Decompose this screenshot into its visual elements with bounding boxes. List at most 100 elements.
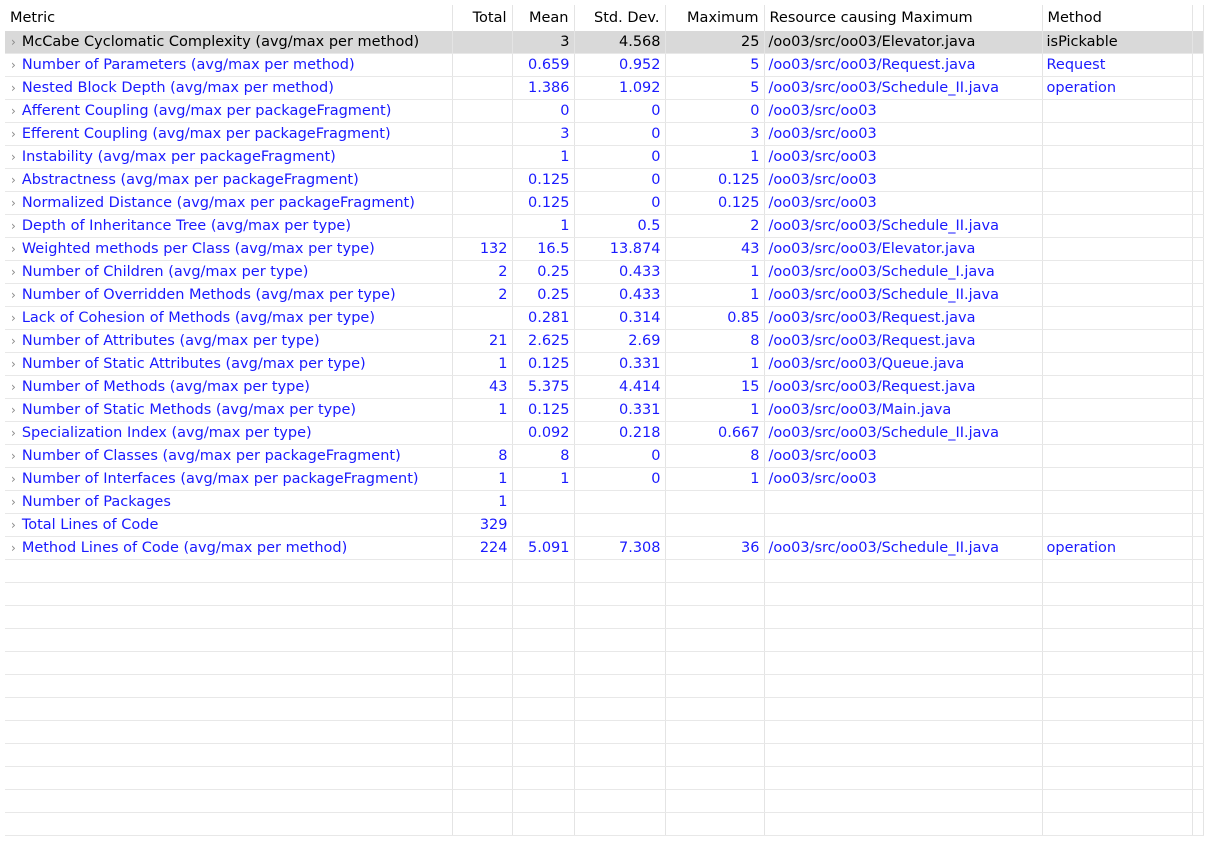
chevron-right-icon[interactable]: › (11, 518, 16, 532)
chevron-right-icon[interactable]: › (11, 288, 16, 302)
table-row[interactable]: › Number of Parameters (avg/max per metho… (5, 53, 1204, 77)
cell-method (1042, 329, 1193, 353)
cell-maximum: 36 (665, 536, 765, 560)
table-row[interactable]: › Normalized Distance (avg/max per packag… (5, 191, 1204, 215)
cell-empty (1192, 214, 1204, 238)
table-row[interactable]: › Nested Block Depth (avg/max per method)… (5, 76, 1204, 100)
table-row[interactable]: › McCabe Cyclomatic Complexity (avg/max p… (5, 31, 1204, 54)
empty-cell (5, 743, 453, 767)
cell-resource: /oo03/src/oo03/Request.java (764, 306, 1043, 330)
table-row[interactable]: › Number of Methods (avg/max per type) 43 5… (5, 375, 1204, 399)
cell-metric: › Number of Children (avg/max per type) (5, 260, 453, 284)
cell-method (1042, 191, 1193, 215)
cell-mean: 3 (512, 122, 575, 146)
empty-cell (452, 766, 513, 790)
table-row[interactable]: › Number of Overridden Methods (avg/max p… (5, 283, 1204, 307)
column-header-std-dev[interactable]: Std. Dev. (574, 5, 666, 31)
chevron-right-icon[interactable]: › (11, 265, 16, 279)
table-row[interactable]: › Number of Attributes (avg/max per type)… (5, 329, 1204, 353)
chevron-right-icon[interactable]: › (11, 426, 16, 440)
chevron-right-icon[interactable]: › (11, 173, 16, 187)
table-row[interactable]: › Number of Static Methods (avg/max per t… (5, 398, 1204, 422)
cell-total: 8 (452, 444, 513, 468)
empty-cell (764, 582, 1043, 606)
table-row[interactable]: › Instability (avg/max per packageFragmen… (5, 145, 1204, 169)
column-header-metric[interactable]: Metric (5, 5, 453, 31)
cell-mean: 0.281 (512, 306, 575, 330)
empty-cell (1192, 674, 1204, 698)
column-header-total[interactable]: Total (452, 5, 513, 31)
chevron-right-icon[interactable]: › (11, 196, 16, 210)
cell-method (1042, 122, 1193, 146)
cell-std-dev: 0.5 (574, 214, 666, 238)
cell-method (1042, 352, 1193, 376)
cell-total (452, 214, 513, 238)
chevron-right-icon[interactable]: › (11, 104, 16, 118)
chevron-right-icon[interactable]: › (11, 127, 16, 141)
cell-mean: 0.125 (512, 168, 575, 192)
empty-cell (665, 559, 765, 583)
chevron-right-icon[interactable]: › (11, 81, 16, 95)
table-row[interactable]: › Method Lines of Code (avg/max per metho… (5, 536, 1204, 560)
table-row[interactable]: › Weighted methods per Class (avg/max per… (5, 237, 1204, 261)
chevron-right-icon[interactable]: › (11, 357, 16, 371)
metric-label: Number of Packages (21, 494, 171, 510)
empty-cell (665, 789, 765, 813)
cell-method (1042, 99, 1193, 123)
chevron-right-icon[interactable]: › (11, 541, 16, 555)
table-row[interactable]: › Total Lines of Code 329 (5, 513, 1204, 537)
table-row[interactable]: › Specialization Index (avg/max per type)… (5, 421, 1204, 445)
chevron-right-icon[interactable]: › (11, 334, 16, 348)
empty-cell (574, 789, 666, 813)
empty-cell (1042, 766, 1193, 790)
cell-method (1042, 490, 1193, 514)
empty-cell (452, 582, 513, 606)
chevron-right-icon[interactable]: › (11, 150, 16, 164)
table-row[interactable]: › Number of Interfaces (avg/max per packa… (5, 467, 1204, 491)
empty-cell (5, 812, 453, 836)
empty-row (5, 743, 1204, 767)
empty-cell (1192, 766, 1204, 790)
chevron-right-icon[interactable]: › (11, 495, 16, 509)
chevron-right-icon[interactable]: › (11, 58, 16, 72)
cell-std-dev: 0.331 (574, 398, 666, 422)
chevron-right-icon[interactable]: › (11, 449, 16, 463)
chevron-right-icon[interactable]: › (11, 472, 16, 486)
cell-std-dev: 0.331 (574, 352, 666, 376)
cell-std-dev: 4.568 (574, 31, 666, 54)
cell-resource: /oo03/src/oo03 (764, 122, 1043, 146)
chevron-right-icon[interactable]: › (11, 311, 16, 325)
table-row[interactable]: › Number of Static Attributes (avg/max pe… (5, 352, 1204, 376)
table-row[interactable]: › Number of Classes (avg/max per packageF… (5, 444, 1204, 468)
table-row[interactable]: › Lack of Cohesion of Methods (avg/max pe… (5, 306, 1204, 330)
table-row[interactable]: › Depth of Inheritance Tree (avg/max per … (5, 214, 1204, 238)
cell-total (452, 31, 513, 54)
table-row[interactable]: › Abstractness (avg/max per packageFragme… (5, 168, 1204, 192)
table-row[interactable]: › Number of Children (avg/max per type) 2 0… (5, 260, 1204, 284)
table-row[interactable]: › Number of Packages 1 (5, 490, 1204, 514)
column-header-method[interactable]: Method (1042, 5, 1193, 31)
metric-label: Normalized Distance (avg/max per package… (21, 195, 415, 211)
empty-cell (512, 651, 575, 675)
cell-mean (512, 490, 575, 514)
table-row[interactable]: › Efferent Coupling (avg/max per packageF… (5, 122, 1204, 146)
chevron-right-icon[interactable]: › (11, 380, 16, 394)
column-header-mean[interactable]: Mean (512, 5, 575, 31)
empty-cell (574, 559, 666, 583)
chevron-right-icon[interactable]: › (11, 35, 16, 49)
table-row[interactable]: › Afferent Coupling (avg/max per packageF… (5, 99, 1204, 123)
cell-method: operation (1042, 76, 1193, 100)
cell-maximum: 1 (665, 352, 765, 376)
metric-label: Specialization Index (avg/max per type) (21, 425, 312, 441)
cell-resource: /oo03/src/oo03/Elevator.java (764, 237, 1043, 261)
chevron-right-icon[interactable]: › (11, 403, 16, 417)
chevron-right-icon[interactable]: › (11, 219, 16, 233)
column-header-maximum[interactable]: Maximum (665, 5, 765, 31)
cell-empty (1192, 421, 1204, 445)
empty-cell (764, 789, 1043, 813)
column-header-resource[interactable]: Resource causing Maximum (764, 5, 1043, 31)
cell-resource: /oo03/src/oo03/Request.java (764, 375, 1043, 399)
empty-cell (452, 628, 513, 652)
empty-cell (764, 674, 1043, 698)
chevron-right-icon[interactable]: › (11, 242, 16, 256)
